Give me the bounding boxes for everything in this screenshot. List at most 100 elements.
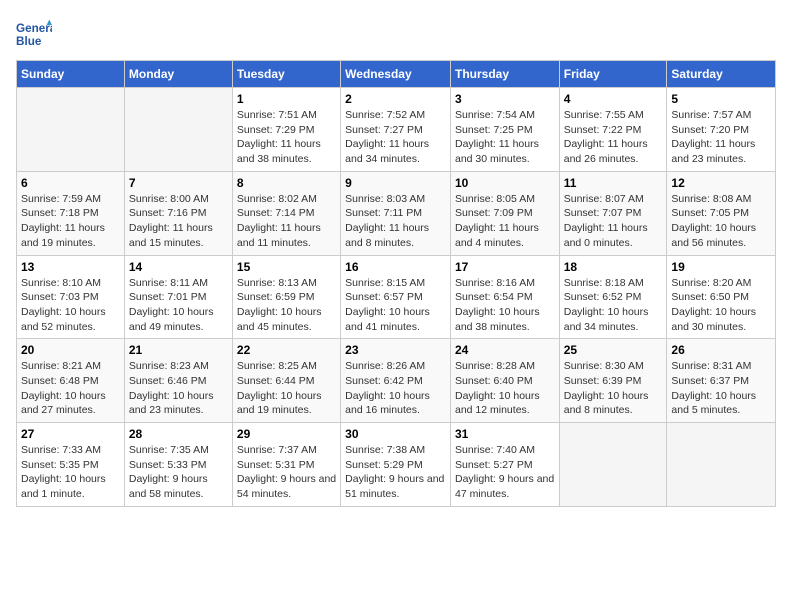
day-info: Sunrise: 8:21 AMSunset: 6:48 PMDaylight:… [21,359,120,418]
day-number: 23 [345,343,446,357]
calendar-cell: 18Sunrise: 8:18 AMSunset: 6:52 PMDayligh… [559,255,667,339]
day-number: 17 [455,260,555,274]
day-number: 28 [129,427,228,441]
day-info: Sunrise: 7:52 AMSunset: 7:27 PMDaylight:… [345,108,446,167]
weekday-header-monday: Monday [124,61,232,88]
week-row-3: 20 Sunrise: 8:21 AMSunset: 6:48 PMDayligh… [17,339,776,423]
calendar-cell: 31 Sunrise: 7:40 AMSunset: 5:27 PMDayligh… [450,423,559,507]
day-number: 6 [21,176,120,190]
day-number: 31 [455,427,555,441]
day-info: Sunrise: 8:28 AMSunset: 6:40 PMDaylight:… [455,359,555,418]
day-info: Sunrise: 8:20 AMSunset: 6:50 PMDaylight:… [671,276,771,335]
calendar-cell: 3 Sunrise: 7:54 AMSunset: 7:25 PMDaylight… [450,88,559,172]
day-info: Sunrise: 8:18 AMSunset: 6:52 PMDaylight:… [564,276,663,335]
day-info: Sunrise: 7:59 AMSunset: 7:18 PMDaylight:… [21,192,120,251]
day-number: 22 [237,343,336,357]
weekday-header-thursday: Thursday [450,61,559,88]
calendar-cell: 30 Sunrise: 7:38 AMSunset: 5:29 PMDayligh… [341,423,451,507]
calendar-cell: 7Sunrise: 8:00 AMSunset: 7:16 PMDaylight… [124,171,232,255]
day-number: 26 [671,343,771,357]
calendar-cell [559,423,667,507]
day-number: 27 [21,427,120,441]
weekday-header-tuesday: Tuesday [232,61,340,88]
calendar-cell: 5 Sunrise: 7:57 AMSunset: 7:20 PMDaylight… [667,88,776,172]
day-number: 25 [564,343,663,357]
day-number: 21 [129,343,228,357]
day-info: Sunrise: 7:51 AMSunset: 7:29 PMDaylight:… [237,108,336,167]
day-info: Sunrise: 7:33 AMSunset: 5:35 PMDaylight:… [21,443,120,502]
calendar-cell: 26 Sunrise: 8:31 AMSunset: 6:37 PMDayligh… [667,339,776,423]
day-number: 19 [671,260,771,274]
calendar-cell: 24 Sunrise: 8:28 AMSunset: 6:40 PMDayligh… [450,339,559,423]
day-number: 4 [564,92,663,106]
day-number: 29 [237,427,336,441]
calendar-cell: 10 Sunrise: 8:05 AMSunset: 7:09 PMDayligh… [450,171,559,255]
day-number: 5 [671,92,771,106]
day-info: Sunrise: 7:57 AMSunset: 7:20 PMDaylight:… [671,108,771,167]
logo: General Blue [16,16,54,52]
day-info: Sunrise: 8:03 AMSunset: 7:11 PMDaylight:… [345,192,446,251]
day-info: Sunrise: 8:11 AMSunset: 7:01 PMDaylight:… [129,276,228,335]
day-info: Sunrise: 8:13 AMSunset: 6:59 PMDaylight:… [237,276,336,335]
day-info: Sunrise: 8:05 AMSunset: 7:09 PMDaylight:… [455,192,555,251]
day-info: Sunrise: 8:31 AMSunset: 6:37 PMDaylight:… [671,359,771,418]
day-info: Sunrise: 7:35 AMSunset: 5:33 PMDaylight:… [129,443,228,502]
calendar-cell: 19 Sunrise: 8:20 AMSunset: 6:50 PMDayligh… [667,255,776,339]
week-row-1: 6 Sunrise: 7:59 AMSunset: 7:18 PMDaylight… [17,171,776,255]
calendar-cell: 6 Sunrise: 7:59 AMSunset: 7:18 PMDaylight… [17,171,125,255]
calendar-cell: 2 Sunrise: 7:52 AMSunset: 7:27 PMDaylight… [341,88,451,172]
day-number: 1 [237,92,336,106]
day-number: 16 [345,260,446,274]
calendar-cell: 27 Sunrise: 7:33 AMSunset: 5:35 PMDayligh… [17,423,125,507]
day-info: Sunrise: 8:08 AMSunset: 7:05 PMDaylight:… [671,192,771,251]
weekday-header-sunday: Sunday [17,61,125,88]
calendar-cell: 16 Sunrise: 8:15 AMSunset: 6:57 PMDayligh… [341,255,451,339]
day-number: 11 [564,176,663,190]
day-number: 2 [345,92,446,106]
week-row-4: 27 Sunrise: 7:33 AMSunset: 5:35 PMDayligh… [17,423,776,507]
calendar-cell: 13 Sunrise: 8:10 AMSunset: 7:03 PMDayligh… [17,255,125,339]
day-number: 13 [21,260,120,274]
day-info: Sunrise: 8:16 AMSunset: 6:54 PMDaylight:… [455,276,555,335]
day-info: Sunrise: 8:10 AMSunset: 7:03 PMDaylight:… [21,276,120,335]
day-number: 3 [455,92,555,106]
calendar-cell: 15Sunrise: 8:13 AMSunset: 6:59 PMDayligh… [232,255,340,339]
calendar-cell: 29Sunrise: 7:37 AMSunset: 5:31 PMDayligh… [232,423,340,507]
calendar-cell [124,88,232,172]
calendar-cell: 23 Sunrise: 8:26 AMSunset: 6:42 PMDayligh… [341,339,451,423]
day-info: Sunrise: 8:15 AMSunset: 6:57 PMDaylight:… [345,276,446,335]
svg-text:General: General [16,22,52,35]
day-info: Sunrise: 8:00 AMSunset: 7:16 PMDaylight:… [129,192,228,251]
weekday-header-friday: Friday [559,61,667,88]
week-row-2: 13 Sunrise: 8:10 AMSunset: 7:03 PMDayligh… [17,255,776,339]
day-number: 9 [345,176,446,190]
day-info: Sunrise: 8:26 AMSunset: 6:42 PMDaylight:… [345,359,446,418]
day-number: 8 [237,176,336,190]
calendar-cell: 20 Sunrise: 8:21 AMSunset: 6:48 PMDayligh… [17,339,125,423]
calendar-cell: 9 Sunrise: 8:03 AMSunset: 7:11 PMDaylight… [341,171,451,255]
calendar-cell [17,88,125,172]
day-info: Sunrise: 8:25 AMSunset: 6:44 PMDaylight:… [237,359,336,418]
calendar-cell: 28 Sunrise: 7:35 AMSunset: 5:33 PMDayligh… [124,423,232,507]
calendar-cell: 17 Sunrise: 8:16 AMSunset: 6:54 PMDayligh… [450,255,559,339]
day-info: Sunrise: 8:07 AMSunset: 7:07 PMDaylight:… [564,192,663,251]
calendar-cell [667,423,776,507]
week-row-0: 1 Sunrise: 7:51 AMSunset: 7:29 PMDaylight… [17,88,776,172]
weekday-header-saturday: Saturday [667,61,776,88]
header: General Blue [16,16,776,52]
day-info: Sunrise: 8:02 AMSunset: 7:14 PMDaylight:… [237,192,336,251]
calendar-cell: 25Sunrise: 8:30 AMSunset: 6:39 PMDayligh… [559,339,667,423]
day-info: Sunrise: 7:38 AMSunset: 5:29 PMDaylight:… [345,443,446,502]
calendar-cell: 22 Sunrise: 8:25 AMSunset: 6:44 PMDayligh… [232,339,340,423]
day-info: Sunrise: 8:23 AMSunset: 6:46 PMDaylight:… [129,359,228,418]
calendar-cell: 21 Sunrise: 8:23 AMSunset: 6:46 PMDayligh… [124,339,232,423]
day-number: 30 [345,427,446,441]
calendar-cell: 8 Sunrise: 8:02 AMSunset: 7:14 PMDaylight… [232,171,340,255]
calendar-cell: 12Sunrise: 8:08 AMSunset: 7:05 PMDayligh… [667,171,776,255]
day-info: Sunrise: 7:54 AMSunset: 7:25 PMDaylight:… [455,108,555,167]
day-number: 10 [455,176,555,190]
day-info: Sunrise: 7:40 AMSunset: 5:27 PMDaylight:… [455,443,555,502]
day-number: 24 [455,343,555,357]
day-number: 20 [21,343,120,357]
day-info: Sunrise: 7:55 AMSunset: 7:22 PMDaylight:… [564,108,663,167]
